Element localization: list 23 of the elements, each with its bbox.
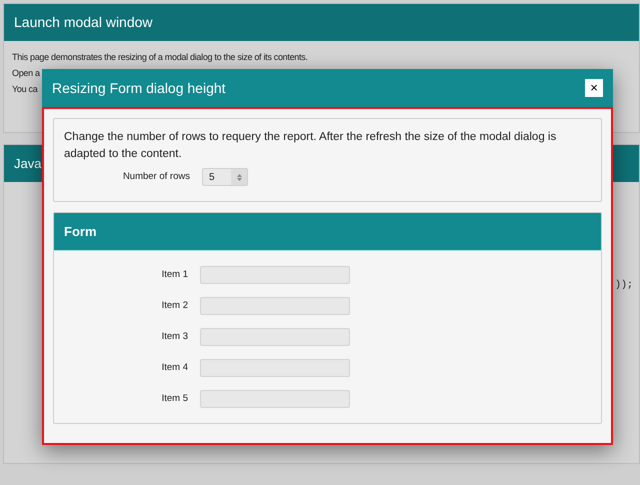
panel-title: Java [14,154,42,173]
body-text: This page demonstrates the resizing of a modal dialog to the size of its contents. [12,51,308,64]
field-label: Item 3 [160,330,188,344]
panel-title: Launch modal window [14,13,153,32]
field-label: Number of rows [122,170,190,184]
body-text: You ca [12,83,38,96]
input-field[interactable] [200,297,350,315]
description-text: Change the number of rows to requery the report. After the refresh the size of the modal dialog is adapted to the content. [64,130,558,162]
code-text: )); [615,278,634,293]
number-select[interactable]: 5 [202,168,248,186]
stepper-icon [236,174,242,180]
dialog-title: Resizing Form dialog height [52,78,226,98]
body-text: Open a [12,67,40,80]
field-label: Item 4 [160,360,188,375]
input-field[interactable] [200,328,350,346]
field-label: Item 5 [160,392,188,406]
field-label: Item 2 [160,298,188,313]
input-field[interactable] [200,390,350,408]
input-field[interactable] [200,266,350,284]
form-title: Form [64,222,96,241]
close-button[interactable]: × [585,79,603,97]
input-field[interactable] [200,359,350,377]
field-label: Item 1 [160,268,188,282]
